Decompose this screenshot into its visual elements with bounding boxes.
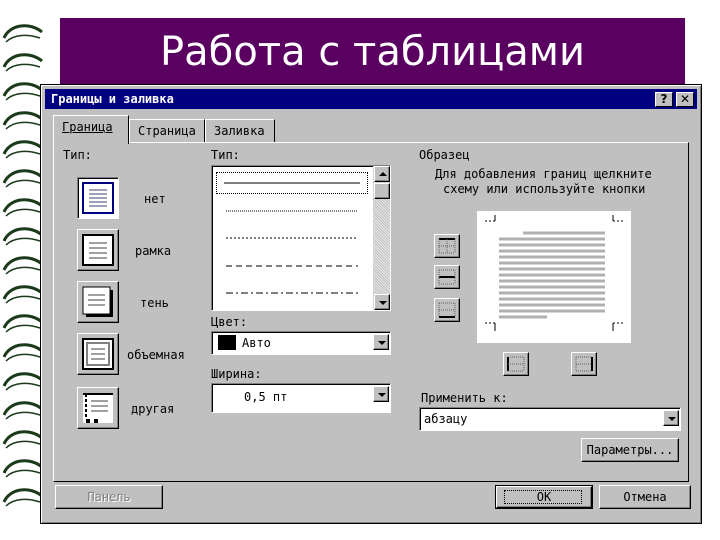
- apply-to-value: абзацу: [424, 412, 468, 426]
- border-shadow-icon: [82, 286, 113, 317]
- border-custom-icon: [83, 393, 113, 423]
- color-value: Авто: [242, 336, 271, 350]
- chevron-down-icon: [378, 393, 386, 397]
- spiral-ring-shadow: [5, 324, 41, 333]
- spiral-ring-shadow: [5, 150, 41, 159]
- width-dropdown[interactable]: 0,5 пт: [211, 383, 391, 413]
- color-swatch: [218, 335, 236, 350]
- dialog-title: Границы и заливка: [51, 92, 174, 106]
- spiral-ring-shadow: [5, 266, 41, 275]
- cancel-button[interactable]: Отмена: [599, 485, 691, 509]
- chevron-up-icon: [379, 172, 387, 176]
- preview-label: Образец: [419, 148, 470, 162]
- spiral-ring-shadow: [5, 411, 41, 420]
- border-left-icon: [507, 356, 525, 372]
- chevron-down-icon: [379, 301, 387, 305]
- preview-hint-line2: схему или используйте кнопки: [443, 182, 646, 196]
- line-style-list[interactable]: [211, 165, 391, 311]
- spiral-ring-shadow: [5, 382, 41, 391]
- spiral-ring-shadow: [5, 237, 41, 246]
- tab-border-label: Граница: [62, 120, 113, 134]
- preset-none[interactable]: [77, 177, 119, 219]
- preset-none-label: нет: [144, 192, 166, 206]
- spiral-ring-shadow: [5, 353, 41, 362]
- apply-to-dropdown[interactable]: абзацу: [419, 407, 681, 431]
- spiral-ring-shadow: [5, 469, 41, 478]
- spiral-ring-shadow: [5, 295, 41, 304]
- preview-hint-line1: Для добавления границ щелкните: [435, 167, 652, 181]
- preset-3d-label: объемная: [127, 348, 185, 362]
- scroll-up-button[interactable]: [374, 166, 390, 182]
- preset-custom-label: другая: [131, 402, 175, 416]
- preset-box[interactable]: [77, 229, 119, 271]
- width-value: 0,5 пт: [244, 390, 288, 404]
- ok-button[interactable]: ОК: [495, 485, 593, 509]
- scroll-thumb[interactable]: [374, 183, 390, 199]
- spiral-ring-shadow: [5, 34, 41, 43]
- chevron-down-icon: [378, 341, 386, 345]
- preset-box-label: рамка: [135, 244, 172, 258]
- tab-border[interactable]: Граница: [53, 115, 129, 144]
- tab-page-label: Страница: [138, 124, 196, 138]
- cancel-button-label: Отмена: [623, 490, 667, 504]
- border-bottom-icon: [438, 302, 456, 318]
- help-button[interactable]: ?: [655, 92, 673, 107]
- top-border-button[interactable]: [434, 234, 460, 258]
- inner-horizontal-border-button[interactable]: [434, 265, 460, 289]
- toolbar-button-label: Панель: [87, 490, 131, 504]
- border-box-icon: [82, 234, 114, 266]
- border-3d-icon: [82, 338, 114, 370]
- chevron-down-icon: [668, 417, 676, 421]
- spiral-ring-shadow: [5, 121, 41, 130]
- color-dropdown-button[interactable]: [373, 334, 389, 350]
- width-label: Ширина:: [211, 367, 262, 381]
- borders-shading-dialog: Границы и заливка ? ✕ Граница Страница З…: [40, 84, 702, 524]
- preview-page-icon: [485, 215, 623, 331]
- style-label: Тип:: [211, 148, 240, 162]
- right-border-button[interactable]: [571, 352, 597, 376]
- spiral-ring-shadow: [5, 498, 41, 507]
- preset-custom[interactable]: [77, 387, 119, 429]
- tab-page[interactable]: Страница: [129, 119, 205, 143]
- setting-type-label: Тип:: [63, 148, 92, 162]
- border-none-icon: [82, 182, 114, 214]
- width-dropdown-button[interactable]: [373, 386, 389, 402]
- border-inner-horizontal-icon: [438, 269, 456, 285]
- spiral-ring-shadow: [5, 440, 41, 449]
- slide-title: Работа с таблицами: [160, 29, 585, 75]
- scroll-down-button[interactable]: [374, 294, 390, 310]
- spiral-ring-shadow: [5, 179, 41, 188]
- color-dropdown[interactable]: Авто: [211, 331, 391, 355]
- options-button-label: Параметры...: [586, 443, 674, 457]
- preset-shadow-label: тень: [140, 296, 169, 310]
- spiral-ring-shadow: [5, 63, 41, 72]
- color-label: Цвет:: [211, 315, 248, 329]
- spiral-ring-shadow: [5, 208, 41, 217]
- bottom-border-button[interactable]: [434, 298, 460, 322]
- left-border-button[interactable]: [503, 352, 529, 376]
- toolbar-button[interactable]: Панель: [55, 485, 163, 509]
- border-top-icon: [438, 238, 456, 254]
- close-button[interactable]: ✕: [676, 92, 694, 107]
- border-right-icon: [575, 356, 593, 372]
- preset-shadow[interactable]: [77, 281, 119, 323]
- dialog-titlebar[interactable]: Границы и заливка ? ✕: [45, 89, 697, 109]
- ok-button-label: ОК: [536, 490, 552, 504]
- spiral-ring-shadow: [5, 92, 41, 101]
- apply-to-dropdown-button[interactable]: [663, 410, 679, 426]
- options-button[interactable]: Параметры...: [581, 438, 679, 462]
- apply-to-label: Применить к:: [421, 391, 508, 405]
- tab-shading[interactable]: Заливка: [205, 119, 275, 143]
- preset-3d[interactable]: [77, 333, 119, 375]
- preview-area[interactable]: [477, 211, 631, 343]
- tab-shading-label: Заливка: [214, 124, 265, 138]
- line-style-samples: [224, 182, 360, 294]
